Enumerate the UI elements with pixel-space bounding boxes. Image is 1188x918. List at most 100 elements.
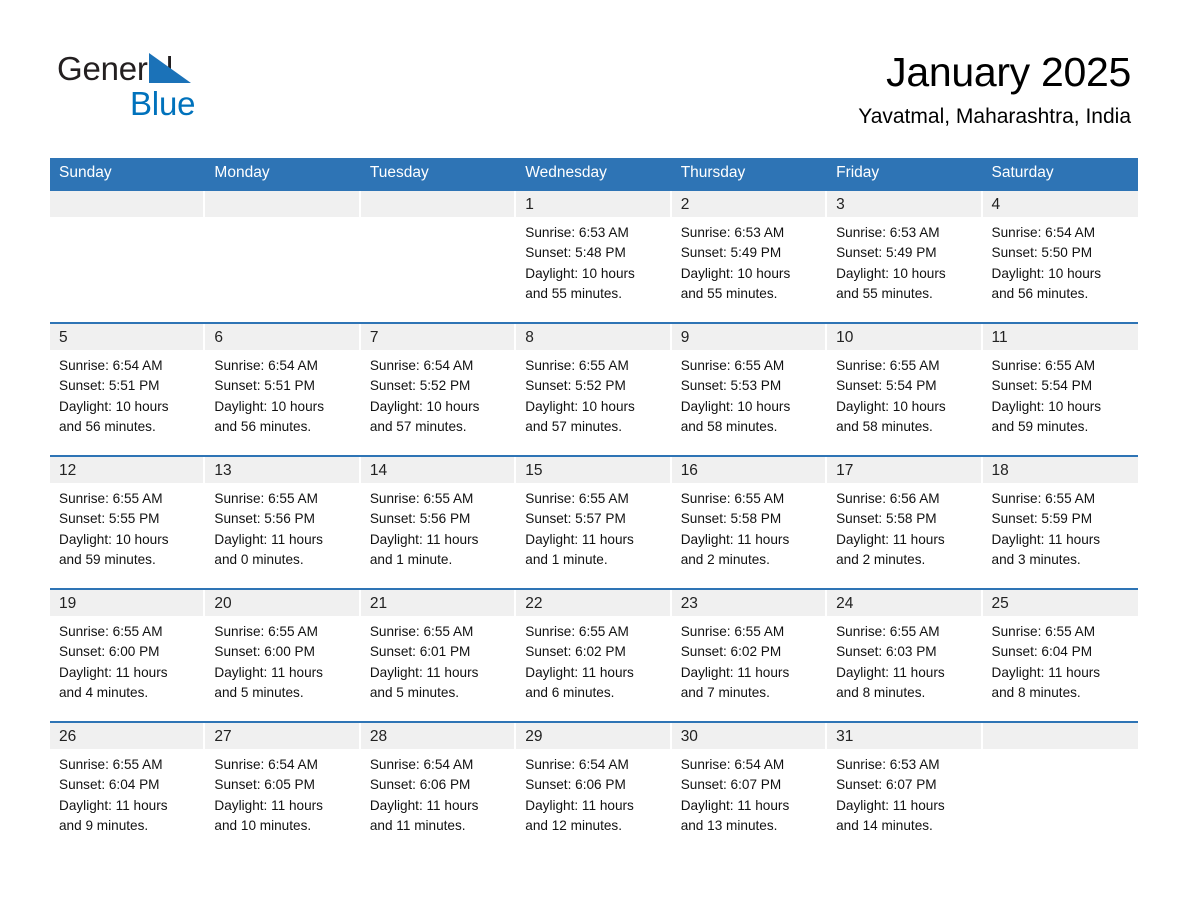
calendar-day-cell[interactable]: 10 Sunrise: 6:55 AM Sunset: 5:54 PM Dayligh… <box>827 322 983 456</box>
daylight-text-line2: and 1 minute. <box>525 551 608 567</box>
day-details: Sunrise: 6:53 AM Sunset: 5:48 PM Daylight:… <box>516 217 671 304</box>
calendar-day-cell[interactable]: 9 Sunrise: 6:55 AM Sunset: 5:53 PM Daylight… <box>671 322 828 456</box>
sunrise-text: Sunrise: 6:55 AM <box>680 491 785 506</box>
sunset-text: Sunset: 6:07 PM <box>680 777 782 793</box>
daylight-text-line2: and 5 minutes. <box>214 684 304 700</box>
daylight-text-line2: and 1 minute. <box>369 551 453 567</box>
day-number: 16 <box>671 457 826 483</box>
calendar-day-cell[interactable]: 5 Sunrise: 6:54 AM Sunset: 5:51 PM Daylight… <box>50 322 206 456</box>
day-cell-inner: 19 Sunrise: 6:55 AM Sunset: 6:00 PM Dayligh… <box>50 590 205 721</box>
weekday-header-friday: Friday <box>827 158 983 190</box>
daylight-text-line2: and 2 minutes. <box>680 551 770 567</box>
day-cell-inner: 10 Sunrise: 6:55 AM Sunset: 5:54 PM Dayligh… <box>827 324 982 455</box>
sunset-text: Sunset: 5:55 PM <box>59 511 160 527</box>
calendar-day-cell[interactable]: 21 Sunrise: 6:55 AM Sunset: 6:01 PM Dayligh… <box>360 588 517 722</box>
sunrise-text: Sunrise: 6:54 AM <box>214 757 318 772</box>
day-number <box>360 191 515 217</box>
calendar-day-cell[interactable]: 7 Sunrise: 6:54 AM Sunset: 5:52 PM Daylight… <box>360 322 517 456</box>
calendar-day-cell[interactable]: 28 Sunrise: 6:54 AM Sunset: 6:06 PM Dayligh… <box>360 721 517 855</box>
calendar-day-cell[interactable]: 20 Sunrise: 6:55 AM Sunset: 6:00 PM Dayligh… <box>205 588 361 722</box>
calendar-day-cell[interactable]: 15 Sunrise: 6:55 AM Sunset: 5:57 PM Dayligh… <box>516 455 672 589</box>
sunset-text: Sunset: 5:59 PM <box>991 511 1093 527</box>
day-number: 21 <box>360 590 515 616</box>
calendar-day-cell[interactable]: 22 Sunrise: 6:55 AM Sunset: 6:02 PM Dayligh… <box>516 588 672 722</box>
calendar-day-cell[interactable]: 18 Sunrise: 6:55 AM Sunset: 5:59 PM Dayligh… <box>982 455 1138 589</box>
calendar-day-cell[interactable]: 16 Sunrise: 6:55 AM Sunset: 5:58 PM Dayligh… <box>671 455 828 589</box>
sunrise-text: Sunrise: 6:53 AM <box>836 225 940 240</box>
general-blue-logo[interactable]: General Blue <box>57 52 317 124</box>
calendar-day-cell[interactable]: 3 Sunrise: 6:53 AM Sunset: 5:49 PM Daylight… <box>827 189 983 323</box>
day-cell-inner: 23 Sunrise: 6:55 AM Sunset: 6:02 PM Dayligh… <box>671 590 827 721</box>
location-subtitle: Yavatmal, Maharashtra, India <box>858 105 1131 128</box>
daylight-text-line1: Daylight: 11 hours <box>991 531 1101 547</box>
daylight-text-line1: Daylight: 10 hours <box>525 398 635 414</box>
day-details: Sunrise: 6:55 AM Sunset: 6:02 PM Daylight:… <box>516 616 671 703</box>
day-details: Sunrise: 6:55 AM Sunset: 5:55 PM Daylight:… <box>50 483 205 570</box>
calendar-day-cell[interactable]: 6 Sunrise: 6:54 AM Sunset: 5:51 PM Daylight… <box>205 322 361 456</box>
day-cell-inner: 5 Sunrise: 6:54 AM Sunset: 5:51 PM Daylight… <box>50 324 205 455</box>
day-cell-inner <box>360 191 516 322</box>
calendar-day-cell[interactable]: 13 Sunrise: 6:55 AM Sunset: 5:56 PM Dayligh… <box>205 455 361 589</box>
sunset-text: Sunset: 6:05 PM <box>214 777 315 793</box>
sunrise-text: Sunrise: 6:55 AM <box>836 358 940 373</box>
calendar-day-cell[interactable]: 4 Sunrise: 6:54 AM Sunset: 5:50 PM Daylight… <box>982 189 1138 323</box>
daylight-text-line2: and 59 minutes. <box>59 551 156 567</box>
daylight-text-line2: and 2 minutes. <box>836 551 926 567</box>
calendar-day-cell[interactable]: 12 Sunrise: 6:55 AM Sunset: 5:55 PM Dayligh… <box>50 455 206 589</box>
calendar-day-cell[interactable]: 31 Sunrise: 6:53 AM Sunset: 6:07 PM Dayligh… <box>827 721 983 855</box>
day-cell-inner: 31 Sunrise: 6:53 AM Sunset: 6:07 PM Dayligh… <box>827 723 982 854</box>
sunrise-text: Sunrise: 6:55 AM <box>59 624 163 639</box>
sunrise-text: Sunrise: 6:55 AM <box>680 624 785 639</box>
daylight-text-line2: and 58 minutes. <box>836 418 933 434</box>
calendar-day-cell[interactable]: 23 Sunrise: 6:55 AM Sunset: 6:02 PM Dayligh… <box>671 588 828 722</box>
calendar-day-cell[interactable]: 1 Sunrise: 6:53 AM Sunset: 5:48 PM Daylight… <box>516 189 672 323</box>
day-details: Sunrise: 6:53 AM Sunset: 5:49 PM Daylight:… <box>827 217 982 304</box>
sunset-text: Sunset: 5:53 PM <box>680 378 782 394</box>
daylight-text-line1: Daylight: 11 hours <box>59 664 168 680</box>
calendar-day-cell[interactable]: 8 Sunrise: 6:55 AM Sunset: 5:52 PM Daylight… <box>516 322 672 456</box>
calendar-empty-cell <box>360 189 517 323</box>
calendar-day-cell[interactable]: 17 Sunrise: 6:56 AM Sunset: 5:58 PM Dayligh… <box>827 455 983 589</box>
calendar-day-cell[interactable]: 14 Sunrise: 6:55 AM Sunset: 5:56 PM Dayligh… <box>360 455 517 589</box>
daylight-text-line1: Daylight: 11 hours <box>836 664 945 680</box>
calendar-day-cell[interactable]: 25 Sunrise: 6:55 AM Sunset: 6:04 PM Dayligh… <box>982 588 1138 722</box>
day-details: Sunrise: 6:53 AM Sunset: 5:49 PM Daylight:… <box>672 217 827 304</box>
day-cell-inner: 14 Sunrise: 6:55 AM Sunset: 5:56 PM Dayligh… <box>360 457 516 588</box>
day-details: Sunrise: 6:53 AM Sunset: 6:07 PM Daylight:… <box>827 749 982 836</box>
sunset-text: Sunset: 5:54 PM <box>991 378 1093 394</box>
calendar-day-cell[interactable]: 19 Sunrise: 6:55 AM Sunset: 6:00 PM Dayligh… <box>50 588 206 722</box>
daylight-text-line2: and 11 minutes. <box>369 817 466 833</box>
day-cell-inner: 17 Sunrise: 6:56 AM Sunset: 5:58 PM Dayligh… <box>827 457 982 588</box>
calendar-empty-cell <box>982 721 1138 855</box>
calendar-day-cell[interactable]: 27 Sunrise: 6:54 AM Sunset: 6:05 PM Dayligh… <box>205 721 361 855</box>
sunrise-text: Sunrise: 6:55 AM <box>59 757 163 772</box>
sunset-text: Sunset: 5:51 PM <box>214 378 315 394</box>
calendar-day-cell[interactable]: 11 Sunrise: 6:55 AM Sunset: 5:54 PM Dayligh… <box>982 322 1138 456</box>
sunrise-text: Sunrise: 6:54 AM <box>525 757 629 772</box>
calendar-day-cell[interactable]: 29 Sunrise: 6:54 AM Sunset: 6:06 PM Dayligh… <box>516 721 672 855</box>
day-number: 22 <box>516 590 670 616</box>
day-details: Sunrise: 6:55 AM Sunset: 6:04 PM Daylight:… <box>983 616 1138 703</box>
sunset-text: Sunset: 5:50 PM <box>991 245 1093 261</box>
sunrise-text: Sunrise: 6:53 AM <box>680 225 785 240</box>
calendar-day-cell[interactable]: 24 Sunrise: 6:55 AM Sunset: 6:03 PM Dayligh… <box>827 588 983 722</box>
day-cell-inner <box>205 191 360 322</box>
day-cell-inner: 2 Sunrise: 6:53 AM Sunset: 5:49 PM Daylight… <box>671 191 827 322</box>
sunrise-text: Sunrise: 6:55 AM <box>369 624 474 639</box>
calendar-day-cell[interactable]: 30 Sunrise: 6:54 AM Sunset: 6:07 PM Dayligh… <box>671 721 828 855</box>
day-cell-inner: 11 Sunrise: 6:55 AM Sunset: 5:54 PM Dayligh… <box>982 324 1138 455</box>
day-number: 10 <box>827 324 981 350</box>
weekday-header-sunday: Sunday <box>50 158 206 190</box>
day-number: 15 <box>516 457 670 483</box>
daylight-text-line2: and 12 minutes. <box>525 817 622 833</box>
calendar-day-cell[interactable]: 2 Sunrise: 6:53 AM Sunset: 5:49 PM Daylight… <box>671 189 828 323</box>
daylight-text-line2: and 4 minutes. <box>59 684 149 700</box>
calendar-day-cell[interactable]: 26 Sunrise: 6:55 AM Sunset: 6:04 PM Dayligh… <box>50 721 206 855</box>
day-number: 6 <box>205 324 359 350</box>
sunset-text: Sunset: 5:49 PM <box>836 245 937 261</box>
sunset-text: Sunset: 5:49 PM <box>680 245 782 261</box>
daylight-text-line2: and 57 minutes. <box>525 418 622 434</box>
day-number: 26 <box>50 723 204 749</box>
daylight-text-line1: Daylight: 10 hours <box>369 398 480 414</box>
day-cell-inner: 22 Sunrise: 6:55 AM Sunset: 6:02 PM Dayligh… <box>516 590 671 721</box>
